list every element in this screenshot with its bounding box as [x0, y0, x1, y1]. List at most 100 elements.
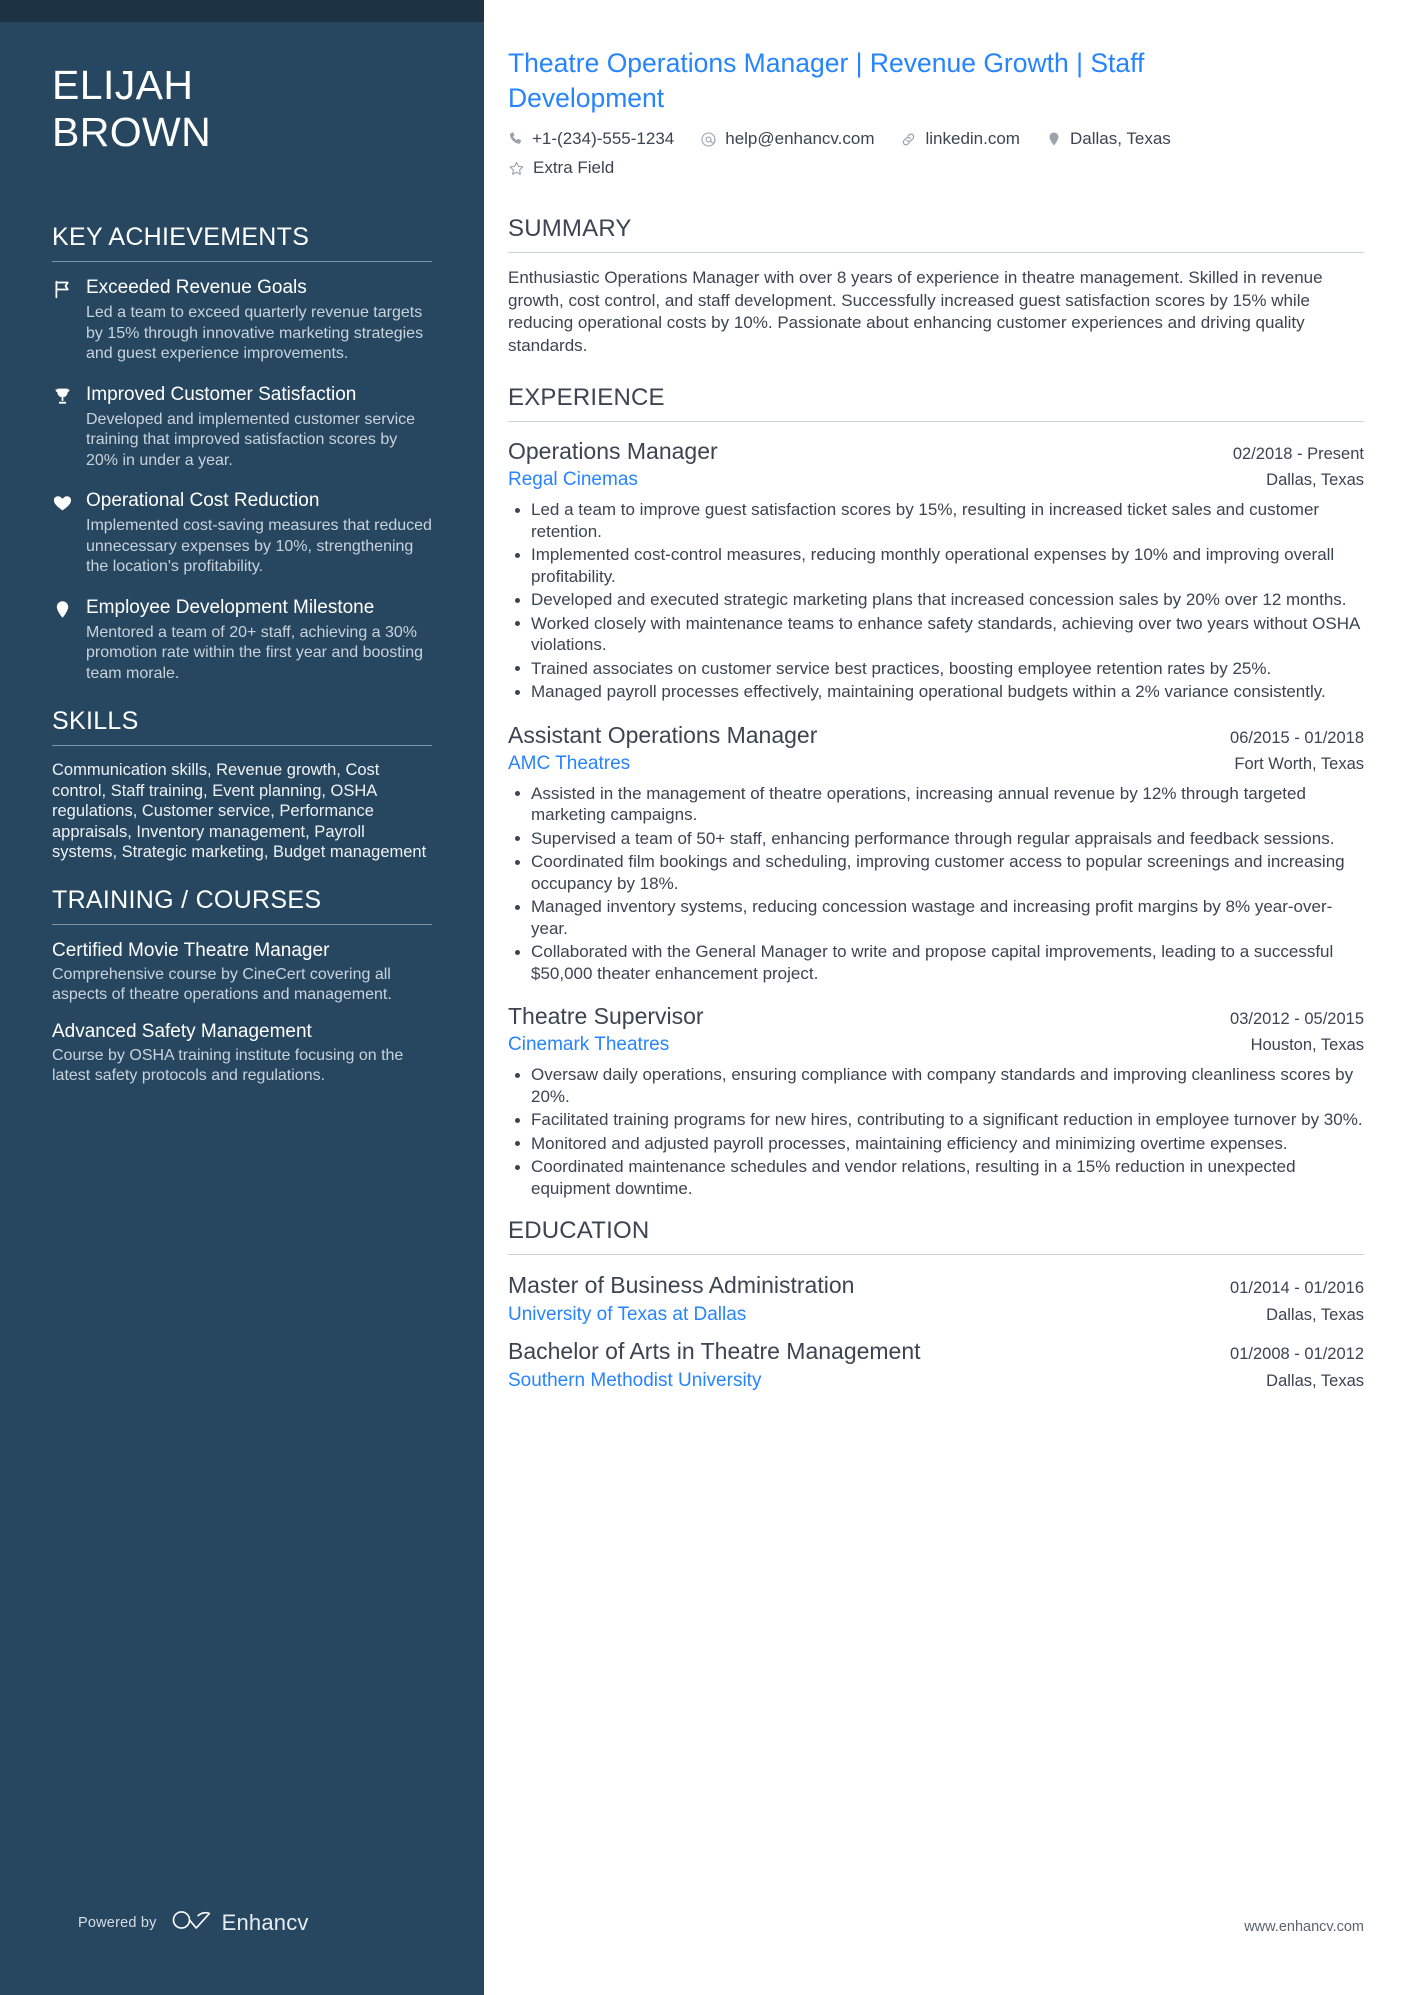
section-key-achievements: KEY ACHIEVEMENTS Exceeded Revenue Goals … — [52, 222, 432, 684]
job-company[interactable]: Regal Cinemas — [508, 466, 638, 493]
job-bullet: Developed and executed strategic marketi… — [508, 589, 1364, 611]
job-bullet: Managed inventory systems, reducing conc… — [508, 896, 1364, 939]
job-bullet: Led a team to improve guest satisfaction… — [508, 499, 1364, 542]
education-heading: EDUCATION — [508, 1217, 650, 1244]
experience-item: Theatre Supervisor 03/2012 - 05/2015 Cin… — [508, 1001, 1364, 1199]
job-bullet: Managed payroll processes effectively, m… — [508, 681, 1364, 703]
powered-by-enhancv: Powered by Enhancv — [78, 1908, 309, 1937]
divider — [508, 1254, 1364, 1255]
main-content: Theatre Operations Manager | Revenue Gro… — [484, 0, 1410, 1995]
flag-icon — [52, 276, 86, 365]
divider — [52, 261, 432, 262]
course-description: Comprehensive course by CineCert coverin… — [52, 965, 392, 1004]
section-skills: SKILLS Communication skills, Revenue gro… — [52, 706, 432, 863]
degree-date: 01/2014 - 01/2016 — [1230, 1279, 1364, 1297]
heart-icon — [52, 489, 86, 578]
trophy-icon — [52, 383, 86, 472]
achievement-description: Led a team to exceed quarterly revenue t… — [86, 304, 424, 362]
achievement-description: Mentored a team of 20+ staff, achieving … — [86, 623, 424, 682]
course-title: Certified Movie Theatre Manager — [52, 939, 330, 961]
contact-extra-field: Extra Field — [508, 156, 614, 180]
powered-by-label: Powered by — [78, 1914, 157, 1931]
contact-location-text: Dallas, Texas — [1069, 129, 1171, 148]
experience-heading: EXPERIENCE — [508, 384, 665, 411]
site-url[interactable]: www.enhancv.com — [1244, 1919, 1364, 1935]
school-location: Dallas, Texas — [1266, 1372, 1364, 1390]
degree-date: 01/2008 - 01/2012 — [1230, 1345, 1364, 1363]
school-name[interactable]: Southern Methodist University — [508, 1367, 761, 1395]
degree-title: Master of Business Administration — [508, 1272, 855, 1298]
school-name[interactable]: University of Texas at Dallas — [508, 1301, 746, 1329]
job-location: Dallas, Texas — [1266, 471, 1364, 489]
at-icon — [700, 131, 717, 148]
contact-linkedin[interactable]: linkedin.com — [900, 127, 1020, 151]
degree-title: Bachelor of Arts in Theatre Management — [508, 1338, 921, 1364]
candidate-name: ELIJAH BROWN — [52, 62, 432, 156]
map-pin-icon — [52, 596, 86, 685]
divider — [508, 252, 1364, 253]
job-bullets: Assisted in the management of theatre op… — [508, 783, 1364, 985]
contact-extra-field-text: Extra Field — [533, 158, 615, 177]
job-bullet: Facilitated training programs for new hi… — [508, 1109, 1364, 1131]
job-date: 02/2018 - Present — [1232, 445, 1364, 463]
experience-item: Operations Manager 02/2018 - Present Reg… — [508, 436, 1364, 703]
section-experience: EXPERIENCE Operations Manager 02/2018 - … — [508, 383, 1364, 1199]
job-bullet: Monitored and adjusted payroll processes… — [508, 1133, 1364, 1155]
achievement-title: Exceeded Revenue Goals — [86, 277, 307, 298]
job-company[interactable]: Cinemark Theatres — [508, 1031, 669, 1058]
course-title: Advanced Safety Management — [52, 1020, 312, 1042]
achievement-description: Implemented cost-saving measures that re… — [86, 517, 432, 575]
job-location: Houston, Texas — [1250, 1036, 1364, 1054]
job-bullet: Assisted in the management of theatre op… — [508, 783, 1364, 826]
job-bullet: Collaborated with the General Manager to… — [508, 941, 1364, 984]
job-date: 03/2012 - 05/2015 — [1230, 1010, 1364, 1028]
contact-phone-text: +1-(234)-555-1234 — [532, 129, 675, 148]
achievement-item: Employee Development Milestone Mentored … — [52, 596, 432, 685]
enhancv-wordmark: Enhancv — [221, 1909, 309, 1935]
achievement-description: Developed and implemented customer servi… — [86, 410, 416, 469]
resume-page: ELIJAH BROWN KEY ACHIEVEMENTS Exceeded R… — [0, 0, 1410, 1995]
phone-icon — [508, 131, 524, 147]
enhancv-logo-icon — [171, 1908, 213, 1937]
achievement-item: Operational Cost Reduction Implemented c… — [52, 489, 432, 578]
job-date: 06/2015 - 01/2018 — [1230, 728, 1364, 747]
last-name: BROWN — [52, 109, 212, 155]
job-title: Operations Manager — [508, 438, 718, 464]
enhancv-brand: Enhancv — [171, 1908, 309, 1937]
job-company[interactable]: AMC Theatres — [508, 750, 630, 777]
achievement-title: Improved Customer Satisfaction — [86, 383, 357, 405]
contact-linkedin-text: linkedin.com — [925, 129, 1020, 148]
achievement-item: Improved Customer Satisfaction Developed… — [52, 383, 432, 472]
job-bullet: Worked closely with maintenance teams to… — [508, 613, 1364, 656]
sidebar: ELIJAH BROWN KEY ACHIEVEMENTS Exceeded R… — [0, 0, 484, 1995]
divider — [508, 421, 1364, 422]
divider — [52, 745, 432, 746]
contact-location: Dallas, Texas — [1046, 127, 1171, 151]
contact-email-text: help@enhancv.com — [725, 129, 875, 148]
job-bullets: Oversaw daily operations, ensuring compl… — [508, 1064, 1364, 1199]
achievement-title: Operational Cost Reduction — [86, 490, 320, 511]
job-bullet: Coordinated maintenance schedules and ve… — [508, 1156, 1364, 1199]
education-item: Master of Business Administration 01/201… — [508, 1269, 1364, 1329]
star-icon — [508, 160, 525, 177]
skills-heading: SKILLS — [52, 707, 139, 735]
school-location: Dallas, Texas — [1266, 1306, 1364, 1324]
course-item: Advanced Safety Management Course by OSH… — [52, 1020, 432, 1087]
section-education: EDUCATION Master of Business Administrat… — [508, 1216, 1364, 1395]
achievement-item: Exceeded Revenue Goals Led a team to exc… — [52, 276, 432, 365]
contact-email[interactable]: help@enhancv.com — [700, 127, 874, 151]
key-achievements-heading: KEY ACHIEVEMENTS — [52, 223, 310, 251]
section-summary: SUMMARY Enthusiastic Operations Manager … — [508, 214, 1364, 357]
first-name: ELIJAH — [52, 62, 194, 108]
job-title: Theatre Supervisor — [508, 1003, 704, 1029]
job-bullet: Oversaw daily operations, ensuring compl… — [508, 1064, 1364, 1107]
job-bullet: Coordinated film bookings and scheduling… — [508, 851, 1364, 894]
job-title: Assistant Operations Manager — [508, 721, 818, 748]
contact-info: +1-(234)-555-1234 help@enhancv.com linke… — [508, 127, 1298, 180]
job-bullet: Trained associates on customer service b… — [508, 658, 1364, 680]
job-location: Fort Worth, Texas — [1234, 754, 1364, 773]
training-courses-heading: TRAINING / COURSES — [52, 885, 322, 914]
map-pin-icon — [1046, 131, 1062, 147]
job-bullet: Implemented cost-control measures, reduc… — [508, 544, 1364, 587]
contact-phone[interactable]: +1-(234)-555-1234 — [508, 127, 674, 151]
